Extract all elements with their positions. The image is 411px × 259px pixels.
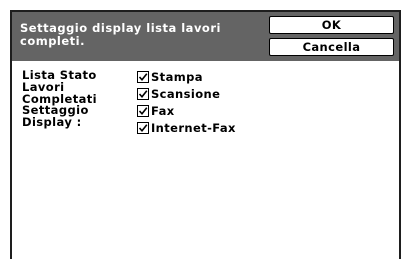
dialog-title-line-2: completi.: [20, 34, 85, 48]
option-label: Stampa: [151, 69, 203, 84]
checkmark-icon: [138, 72, 148, 81]
dialog-header: Settaggio display lista lavori completi.…: [12, 12, 399, 61]
cancel-button[interactable]: Cancella: [269, 38, 394, 56]
option-label: Scansione: [151, 86, 221, 101]
option-internet-fax[interactable]: Internet-Fax: [137, 120, 236, 135]
checkmark-icon: [138, 89, 148, 98]
checkbox-fax[interactable]: [137, 104, 149, 117]
setting-label: Lista Stato Lavori Completati Settaggio …: [22, 69, 134, 130]
screen: Settaggio display lista lavori completi.…: [0, 0, 411, 259]
option-label: Internet-Fax: [151, 120, 236, 135]
setting-label-line: Display :: [22, 115, 82, 130]
option-stampa[interactable]: Stampa: [137, 69, 203, 84]
checkbox-scansione[interactable]: [137, 87, 149, 100]
checkbox-internet-fax[interactable]: [137, 121, 149, 134]
option-fax[interactable]: Fax: [137, 103, 175, 118]
option-scansione[interactable]: Scansione: [137, 86, 221, 101]
checkmark-icon: [138, 123, 148, 132]
dialog-panel: Settaggio display lista lavori completi.…: [10, 10, 401, 259]
checkbox-stampa[interactable]: [137, 70, 149, 83]
ok-button[interactable]: OK: [269, 16, 394, 34]
dialog-title: Settaggio display lista lavori completi.: [20, 22, 270, 48]
option-label: Fax: [151, 103, 175, 118]
checkmark-icon: [138, 106, 148, 115]
